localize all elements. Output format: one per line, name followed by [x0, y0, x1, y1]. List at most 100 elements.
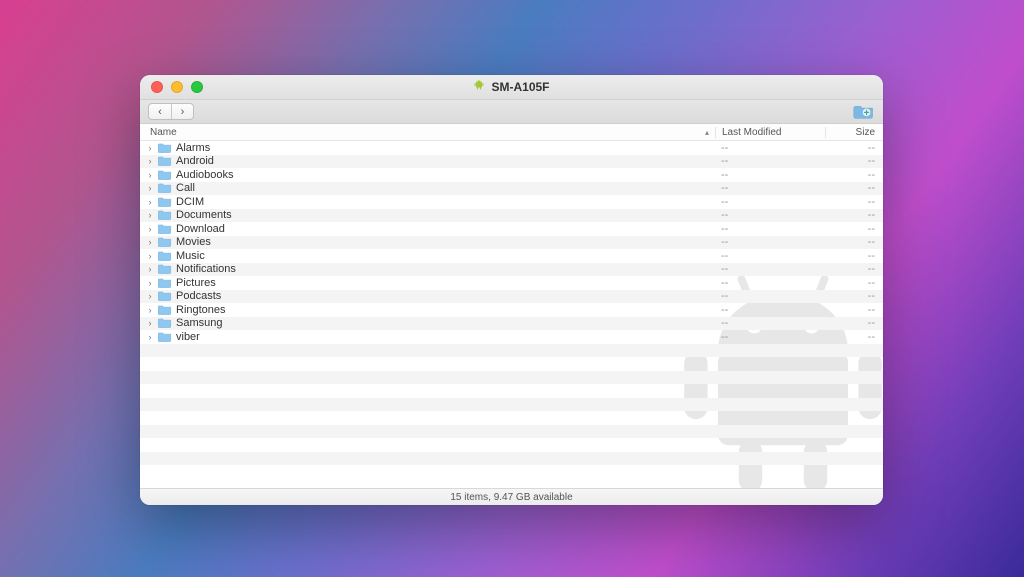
column-header-modified[interactable]: Last Modified — [715, 127, 825, 138]
item-size: -- — [825, 263, 883, 275]
item-modified: -- — [715, 304, 825, 316]
empty-row — [140, 465, 883, 479]
chevron-right-icon[interactable]: › — [146, 264, 154, 274]
item-modified: -- — [715, 223, 825, 235]
item-name: Audiobooks — [176, 169, 234, 181]
item-name: Samsung — [176, 317, 222, 329]
item-size: -- — [825, 223, 883, 235]
item-name: Ringtones — [176, 304, 226, 316]
empty-row — [140, 371, 883, 385]
item-modified: -- — [715, 250, 825, 262]
folder-icon — [158, 209, 172, 221]
item-modified: -- — [715, 155, 825, 167]
minimize-button[interactable] — [171, 81, 183, 93]
column-header-name-label: Name — [150, 127, 177, 138]
table-row[interactable]: › Podcasts -- -- — [140, 290, 883, 304]
status-bar: 15 items, 9.47 GB available — [140, 488, 883, 505]
empty-row — [140, 344, 883, 358]
chevron-right-icon[interactable]: › — [146, 291, 154, 301]
chevron-right-icon[interactable]: › — [146, 197, 154, 207]
item-modified: -- — [715, 196, 825, 208]
item-modified: -- — [715, 331, 825, 343]
table-row[interactable]: › Movies -- -- — [140, 236, 883, 250]
item-modified: -- — [715, 277, 825, 289]
new-folder-button[interactable] — [853, 103, 875, 120]
folder-icon — [158, 290, 172, 302]
chevron-right-icon[interactable]: › — [146, 251, 154, 261]
item-size: -- — [825, 290, 883, 302]
item-size: -- — [825, 142, 883, 154]
folder-icon — [158, 236, 172, 248]
column-header-size[interactable]: Size — [825, 127, 883, 138]
chevron-right-icon[interactable]: › — [146, 278, 154, 288]
folder-icon — [158, 304, 172, 316]
file-list[interactable]: › Alarms -- -- › Android -- -- › Audiobo… — [140, 141, 883, 488]
table-row[interactable]: › DCIM -- -- — [140, 195, 883, 209]
item-name: Documents — [176, 209, 232, 221]
empty-row — [140, 398, 883, 412]
chevron-right-icon[interactable]: › — [146, 318, 154, 328]
window-title-text: SM-A105F — [491, 80, 549, 94]
item-name: Podcasts — [176, 290, 221, 302]
table-row[interactable]: › Download -- -- — [140, 222, 883, 236]
column-header-name[interactable]: Name ▴ — [140, 127, 715, 138]
chevron-right-icon[interactable]: › — [146, 143, 154, 153]
folder-icon — [158, 169, 172, 181]
item-size: -- — [825, 277, 883, 289]
column-headers: Name ▴ Last Modified Size — [140, 124, 883, 141]
back-button[interactable]: ‹ — [149, 104, 171, 119]
item-size: -- — [825, 317, 883, 329]
empty-row — [140, 452, 883, 466]
table-row[interactable]: › Ringtones -- -- — [140, 303, 883, 317]
table-row[interactable]: › Pictures -- -- — [140, 276, 883, 290]
maximize-button[interactable] — [191, 81, 203, 93]
item-modified: -- — [715, 236, 825, 248]
item-modified: -- — [715, 263, 825, 275]
window-controls — [140, 81, 203, 93]
item-size: -- — [825, 196, 883, 208]
item-name: Notifications — [176, 263, 236, 275]
item-size: -- — [825, 304, 883, 316]
empty-row — [140, 438, 883, 452]
table-row[interactable]: › viber -- -- — [140, 330, 883, 344]
folder-icon — [158, 263, 172, 275]
folder-icon — [158, 142, 172, 154]
table-row[interactable]: › Documents -- -- — [140, 209, 883, 223]
table-row[interactable]: › Call -- -- — [140, 182, 883, 196]
item-name: Movies — [176, 236, 211, 248]
item-modified: -- — [715, 290, 825, 302]
table-row[interactable]: › Android -- -- — [140, 155, 883, 169]
table-row[interactable]: › Samsung -- -- — [140, 317, 883, 331]
folder-icon — [158, 250, 172, 262]
close-button[interactable] — [151, 81, 163, 93]
item-size: -- — [825, 182, 883, 194]
table-row[interactable]: › Notifications -- -- — [140, 263, 883, 277]
chevron-right-icon[interactable]: › — [146, 183, 154, 193]
table-row[interactable]: › Audiobooks -- -- — [140, 168, 883, 182]
item-name: DCIM — [176, 196, 204, 208]
item-name: Call — [176, 182, 195, 194]
chevron-right-icon[interactable]: › — [146, 170, 154, 180]
toolbar: ‹ › — [140, 100, 883, 124]
chevron-right-icon[interactable]: › — [146, 305, 154, 315]
forward-button[interactable]: › — [171, 104, 193, 119]
empty-row — [140, 357, 883, 371]
item-size: -- — [825, 169, 883, 181]
item-size: -- — [825, 331, 883, 343]
chevron-right-icon[interactable]: › — [146, 224, 154, 234]
empty-row — [140, 384, 883, 398]
chevron-right-icon[interactable]: › — [146, 332, 154, 342]
table-row[interactable]: › Music -- -- — [140, 249, 883, 263]
chevron-right-icon[interactable]: › — [146, 210, 154, 220]
folder-icon — [158, 196, 172, 208]
item-size: -- — [825, 236, 883, 248]
title-bar[interactable]: SM-A105F — [140, 75, 883, 100]
folder-icon — [158, 317, 172, 329]
folder-icon — [158, 155, 172, 167]
item-name: Music — [176, 250, 205, 262]
table-row[interactable]: › Alarms -- -- — [140, 141, 883, 155]
item-modified: -- — [715, 317, 825, 329]
item-size: -- — [825, 155, 883, 167]
chevron-right-icon[interactable]: › — [146, 156, 154, 166]
chevron-right-icon[interactable]: › — [146, 237, 154, 247]
